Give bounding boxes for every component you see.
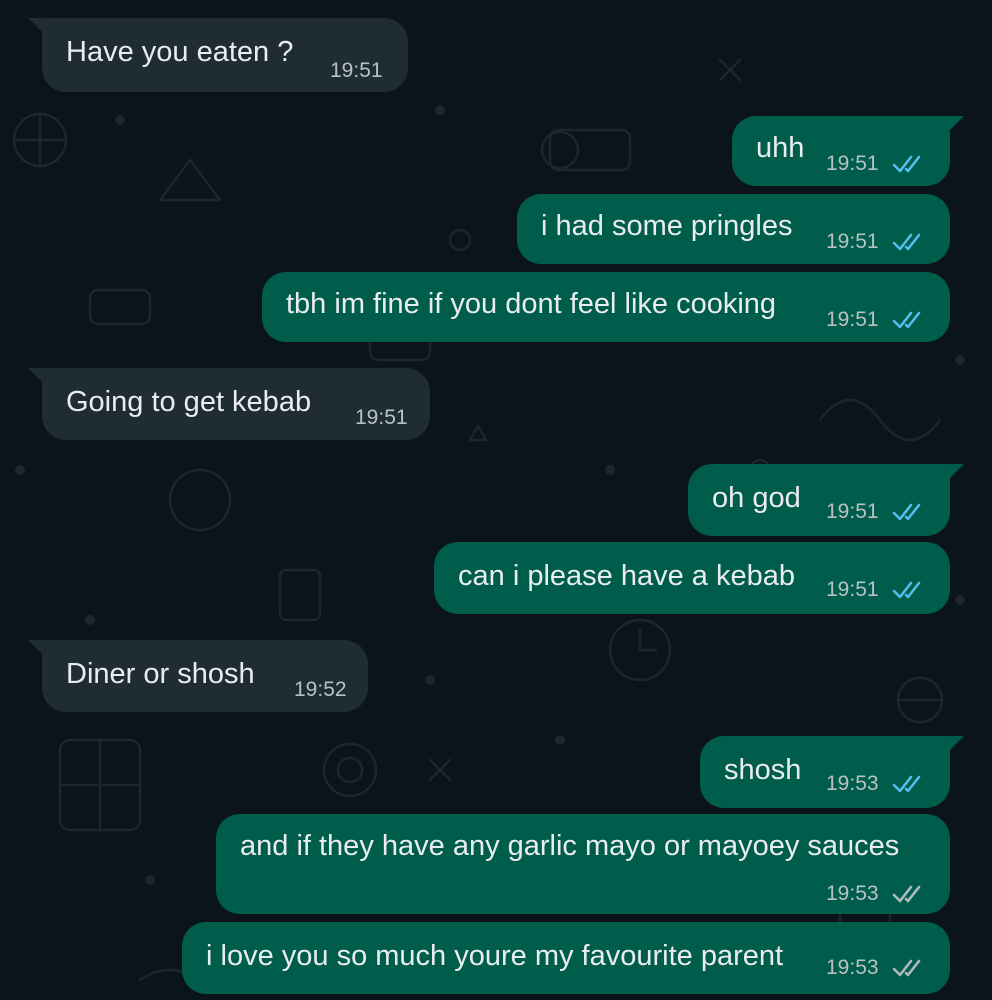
bubble-tail	[946, 464, 964, 482]
message-text: shosh	[724, 754, 802, 786]
message-bubble-outgoing[interactable]: tbh im fine if you dont feel like cookin…	[262, 272, 950, 342]
message-text: i love you so much youre my favourite pa…	[206, 940, 784, 972]
message-time: 19:51	[826, 230, 879, 253]
message-meta: 19:51	[826, 578, 931, 602]
bubble-tail	[28, 18, 46, 36]
message-text: tbh im fine if you dont feel like cookin…	[286, 288, 777, 320]
message-text: uhh	[756, 132, 805, 164]
message-meta: 19:51	[826, 500, 931, 524]
message-meta: 19:51	[330, 59, 383, 83]
message-bubble-outgoing[interactable]: uhh 19:51	[732, 116, 964, 186]
read-receipt-icon	[892, 775, 920, 793]
message-time: 19:53	[826, 772, 879, 795]
message-bubble-outgoing[interactable]: i had some pringles 19:51	[517, 194, 950, 264]
message-time: 19:51	[826, 308, 879, 331]
message-text: Going to get kebab	[66, 386, 312, 418]
message-bubble-incoming[interactable]: Diner or shosh 19:52	[28, 640, 368, 712]
delivered-receipt-icon	[892, 885, 920, 903]
message-time: 19:53	[826, 956, 879, 979]
message-time: 19:51	[826, 152, 879, 175]
message-bubble-outgoing[interactable]: shosh 19:53	[700, 736, 964, 808]
message-meta: 19:51	[826, 308, 931, 332]
read-receipt-icon	[892, 311, 920, 329]
message-time: 19:51	[826, 500, 879, 523]
message-bubble-incoming[interactable]: Have you eaten ? 19:51	[28, 18, 408, 92]
message-meta: 19:53	[826, 882, 931, 906]
message-time: 19:52	[294, 678, 347, 701]
bubble-tail	[28, 368, 46, 386]
message-meta: 19:51	[826, 230, 931, 254]
message-text: can i please have a kebab	[458, 560, 795, 592]
message-meta: 19:52	[294, 678, 347, 702]
read-receipt-icon	[892, 581, 920, 599]
message-meta: 19:53	[826, 956, 931, 980]
read-receipt-icon	[892, 233, 920, 251]
message-meta: 19:51	[826, 152, 931, 176]
bubble-tail	[946, 116, 964, 134]
message-bubble-incoming[interactable]: Going to get kebab 19:51	[28, 368, 430, 440]
message-text: oh god	[712, 482, 801, 514]
delivered-receipt-icon	[892, 959, 920, 977]
bubble-tail	[946, 736, 964, 754]
message-list: Have you eaten ? 19:51 uhh 19:51 i had s…	[0, 0, 992, 1000]
message-text: i had some pringles	[541, 210, 793, 242]
message-text: and if they have any garlic mayo or mayo…	[240, 830, 900, 862]
message-meta: 19:51	[355, 406, 408, 430]
message-time: 19:51	[355, 406, 408, 429]
message-bubble-outgoing[interactable]: can i please have a kebab 19:51	[434, 542, 950, 614]
read-receipt-icon	[892, 155, 920, 173]
message-meta: 19:53	[826, 772, 931, 796]
read-receipt-icon	[892, 503, 920, 521]
message-time: 19:51	[826, 578, 879, 601]
message-bubble-outgoing[interactable]: and if they have any garlic mayo or mayo…	[216, 814, 950, 914]
message-time: 19:51	[330, 59, 383, 82]
message-time: 19:53	[826, 882, 879, 905]
message-text: Have you eaten ?	[66, 36, 294, 68]
message-bubble-outgoing[interactable]: i love you so much youre my favourite pa…	[182, 922, 950, 994]
bubble-tail	[28, 640, 46, 658]
message-text: Diner or shosh	[66, 658, 255, 690]
message-bubble-outgoing[interactable]: oh god 19:51	[688, 464, 964, 536]
